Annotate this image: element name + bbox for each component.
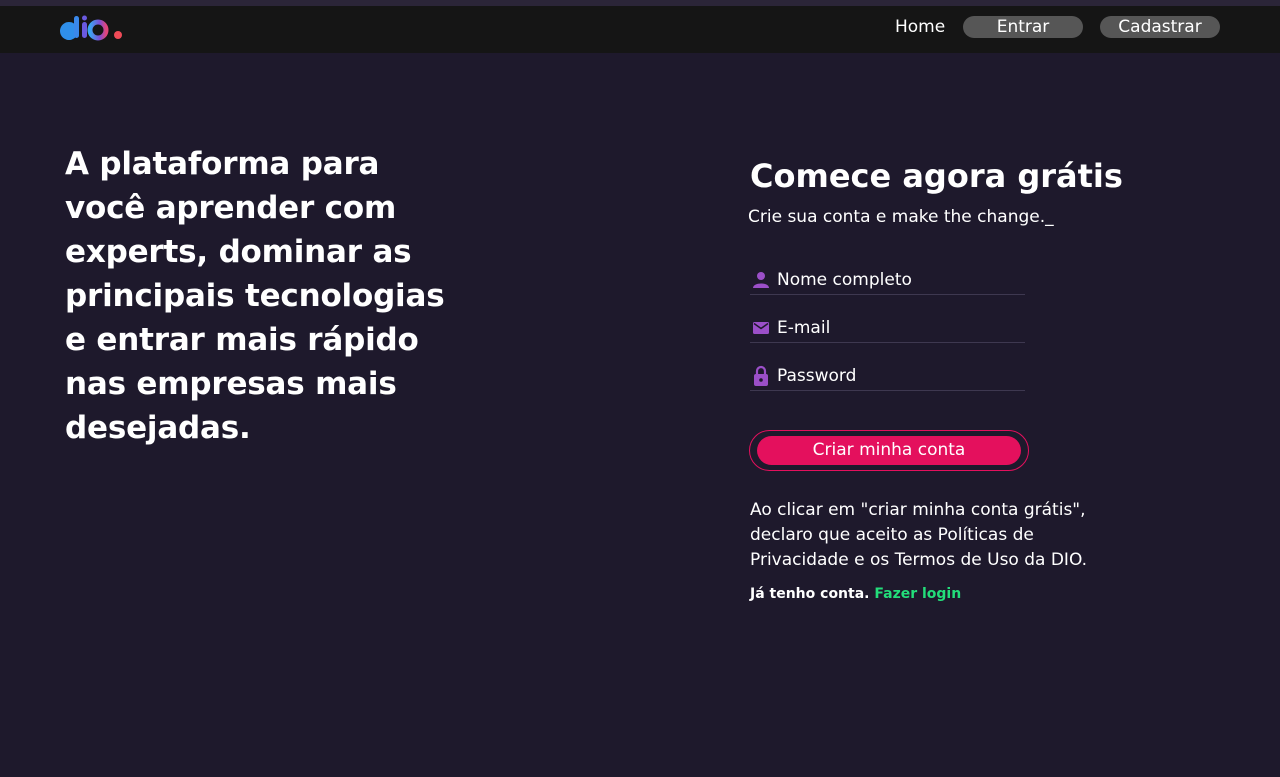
password-input[interactable] [777, 365, 1017, 386]
name-input[interactable] [777, 269, 1017, 290]
name-field [750, 265, 1025, 295]
email-field [750, 313, 1025, 343]
nav-home-link[interactable]: Home [895, 16, 945, 38]
user-icon [750, 269, 772, 291]
terms-text: Ao clicar em "criar minha conta grátis",… [750, 500, 1088, 570]
create-account-button[interactable]: Criar minha conta [757, 436, 1021, 465]
form-subtitle: Crie sua conta e make the change._ [748, 207, 1054, 227]
signup-button[interactable]: Cadastrar [1100, 16, 1220, 38]
login-button[interactable]: Entrar [963, 16, 1083, 38]
header: Home Entrar Cadastrar [0, 6, 1280, 53]
have-account-text: Já tenho conta. [750, 586, 870, 602]
login-prompt: Já tenho conta. Fazer login [750, 584, 961, 604]
password-field [750, 361, 1025, 391]
form-title: Comece agora grátis [750, 157, 1123, 195]
login-link[interactable]: Fazer login [874, 586, 961, 602]
create-account-button-outline: Criar minha conta [749, 430, 1029, 471]
dio-logo[interactable] [59, 15, 125, 41]
mail-icon [750, 317, 772, 339]
lock-icon [750, 365, 772, 387]
email-input[interactable] [777, 317, 1017, 338]
hero-title: A plataforma para você aprender com expe… [65, 146, 445, 446]
